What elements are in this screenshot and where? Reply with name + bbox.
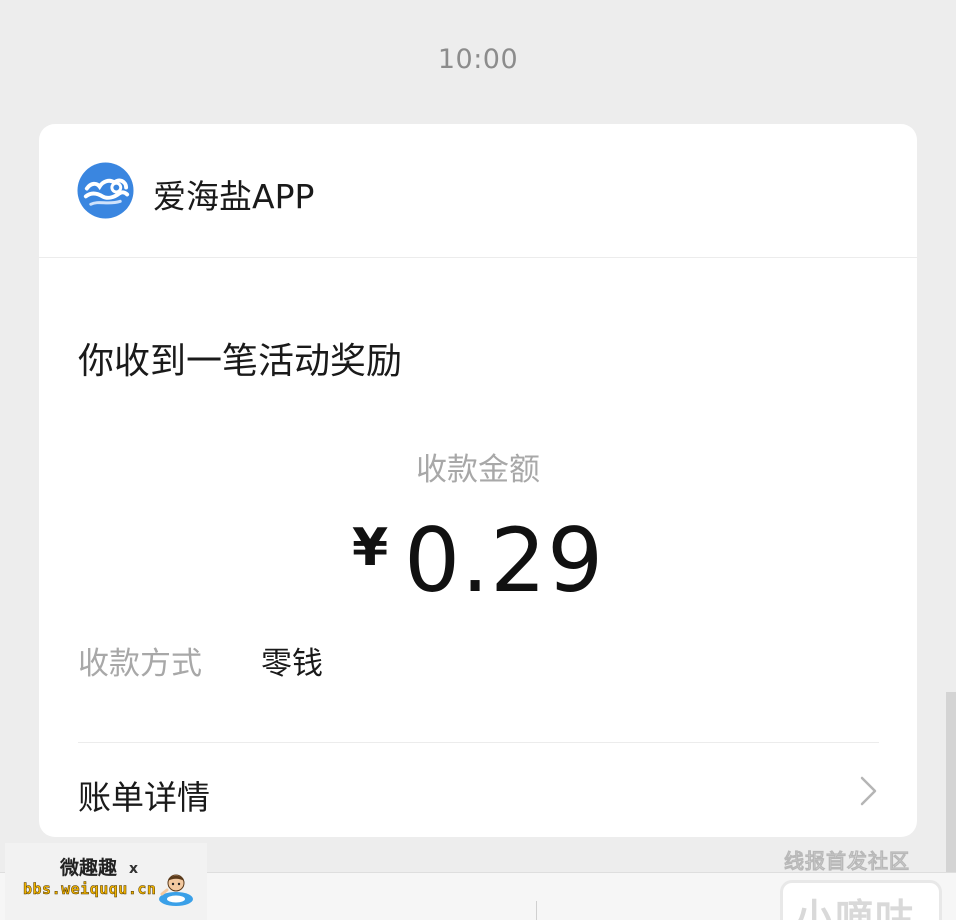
amount-value: 0.29 [404, 509, 605, 612]
brand-text: 小嘀咕 [795, 896, 916, 920]
amount-label: 收款金额 [416, 452, 540, 488]
payment-method-value: 零钱 [261, 646, 323, 682]
payment-method-label: 收款方式 [78, 646, 202, 682]
app-name[interactable]: 爱海盐APP [153, 170, 314, 218]
watermark-title: 微趣趣 [60, 857, 118, 879]
brand-badge: 小嘀咕 [780, 880, 942, 920]
site-watermark: 微趣趣 x bbs.weiququ.cn [5, 843, 207, 920]
mascot-icon [159, 874, 193, 906]
notification-headline: 你收到一笔活动奖励 [78, 341, 403, 382]
card-header[interactable]: 爱海盐APP [39, 124, 917, 258]
message-timestamp: 10:00 [437, 44, 519, 75]
bill-details-label: 账单详情 [78, 778, 210, 817]
currency-symbol: ¥ [351, 518, 389, 578]
watermark-url: bbs.weiququ.cn [23, 880, 157, 899]
chat-screen: 10:00 爱海盐APP 你收到一笔活动奖励 收款金额 ¥0.29 收款方式 零… [0, 0, 956, 920]
bill-details-link[interactable]: 账单详情 [39, 743, 917, 837]
chevron-right-icon [860, 776, 877, 806]
forum-watermark: 线报首发社区 [784, 849, 910, 874]
wave-logo-icon[interactable] [77, 162, 134, 219]
bar-divider [536, 901, 537, 920]
amount-display: ¥0.29 [39, 509, 917, 612]
watermark-mark: x [129, 861, 139, 877]
payment-notification-card[interactable]: 爱海盐APP 你收到一笔活动奖励 收款金额 ¥0.29 收款方式 零钱 账单详情 [39, 124, 917, 837]
